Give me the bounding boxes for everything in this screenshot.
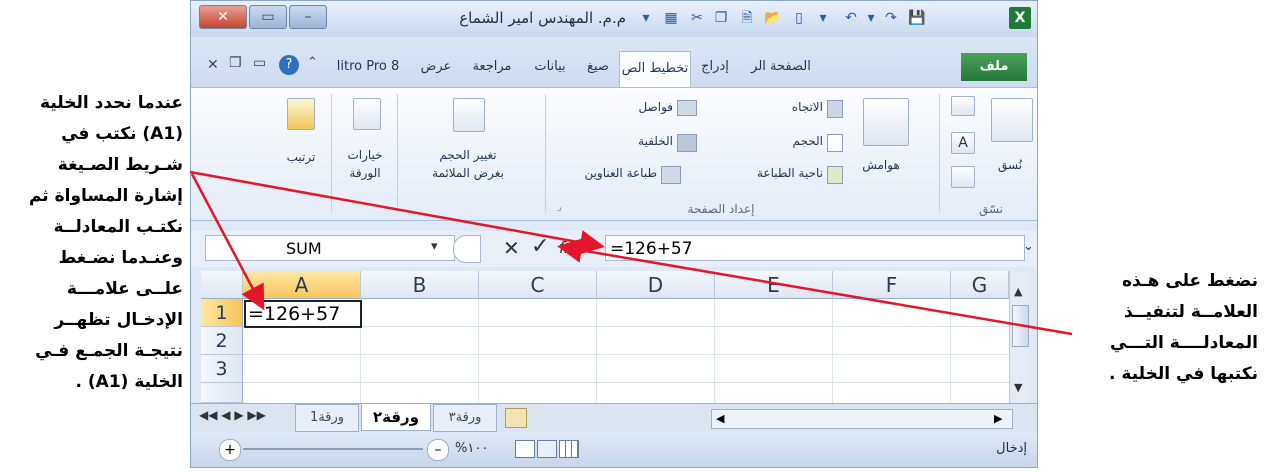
annotation-arrows (189, 170, 1073, 336)
arrow-to-enter-button (557, 238, 1073, 336)
arrow-to-formula-bar (189, 170, 605, 255)
arrow-to-cell-a1 (190, 173, 265, 311)
